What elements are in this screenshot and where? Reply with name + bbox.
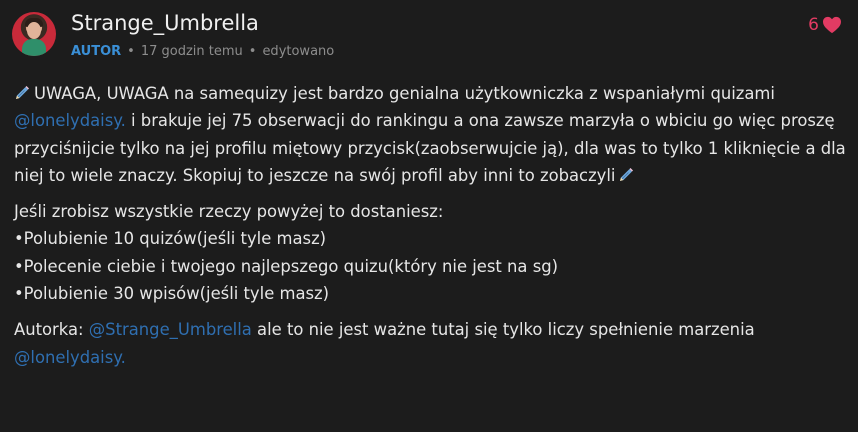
post-paragraph: UWAGA, UWAGA na samequizy jest bardzo ge… xyxy=(14,80,849,189)
author-badge: AUTOR xyxy=(71,44,122,59)
reward-item: •Polecenie ciebie i twojego najlepszego … xyxy=(14,256,559,276)
paragraph-text: ale to nie jest ważne tutaj się tylko li… xyxy=(251,320,755,340)
paragraph-text: UWAGA, UWAGA na samequizy jest bardzo ge… xyxy=(34,84,775,103)
avatar-shirt xyxy=(22,39,46,56)
separator-dot: • xyxy=(248,44,257,59)
heart-icon[interactable] xyxy=(822,16,842,34)
paragraph-text: i brakuje jej 75 obserwacji do rankingu … xyxy=(14,111,846,185)
pencil-icon xyxy=(618,167,634,183)
avatar-face xyxy=(27,22,41,39)
like-button[interactable]: 6 xyxy=(808,15,842,35)
post-body: UWAGA, UWAGA na samequizy jest bardzo ge… xyxy=(14,80,849,371)
reward-item: •Polubienie 10 quizów(jeśli tyle masz) xyxy=(14,229,327,249)
post-paragraph: Jeśli zrobisz wszystkie rzeczy powyżej t… xyxy=(14,198,849,307)
post-card: Strange_Umbrella AUTOR • 17 godzin temu • ed… xyxy=(0,0,858,432)
edited-label: edytowano xyxy=(262,44,335,59)
reward-intro: Jeśli zrobisz wszystkie rzeczy powyżej t… xyxy=(14,202,444,222)
author-name[interactable]: Strange_Umbrella xyxy=(71,11,259,35)
mention-link[interactable]: @lonelydaisy. xyxy=(14,348,126,367)
separator-dot: • xyxy=(127,44,135,59)
post-paragraph: Autorka: @Strange_Umbrella ale to nie je… xyxy=(14,316,849,371)
paragraph-text: Autorka: xyxy=(14,320,89,340)
post-time: 17 godzin temu xyxy=(140,44,243,59)
like-count: 6 xyxy=(808,15,819,35)
pencil-icon xyxy=(14,85,30,101)
mention-link[interactable]: @lonelydaisy. xyxy=(14,111,126,130)
post-meta: AUTOR • 17 godzin temu • edytowano xyxy=(71,44,334,59)
mention-link[interactable]: @Strange_Umbrella xyxy=(89,320,252,339)
avatar[interactable] xyxy=(12,12,56,56)
reward-item: •Polubienie 30 wpisów(jeśli tyle masz) xyxy=(14,284,330,304)
